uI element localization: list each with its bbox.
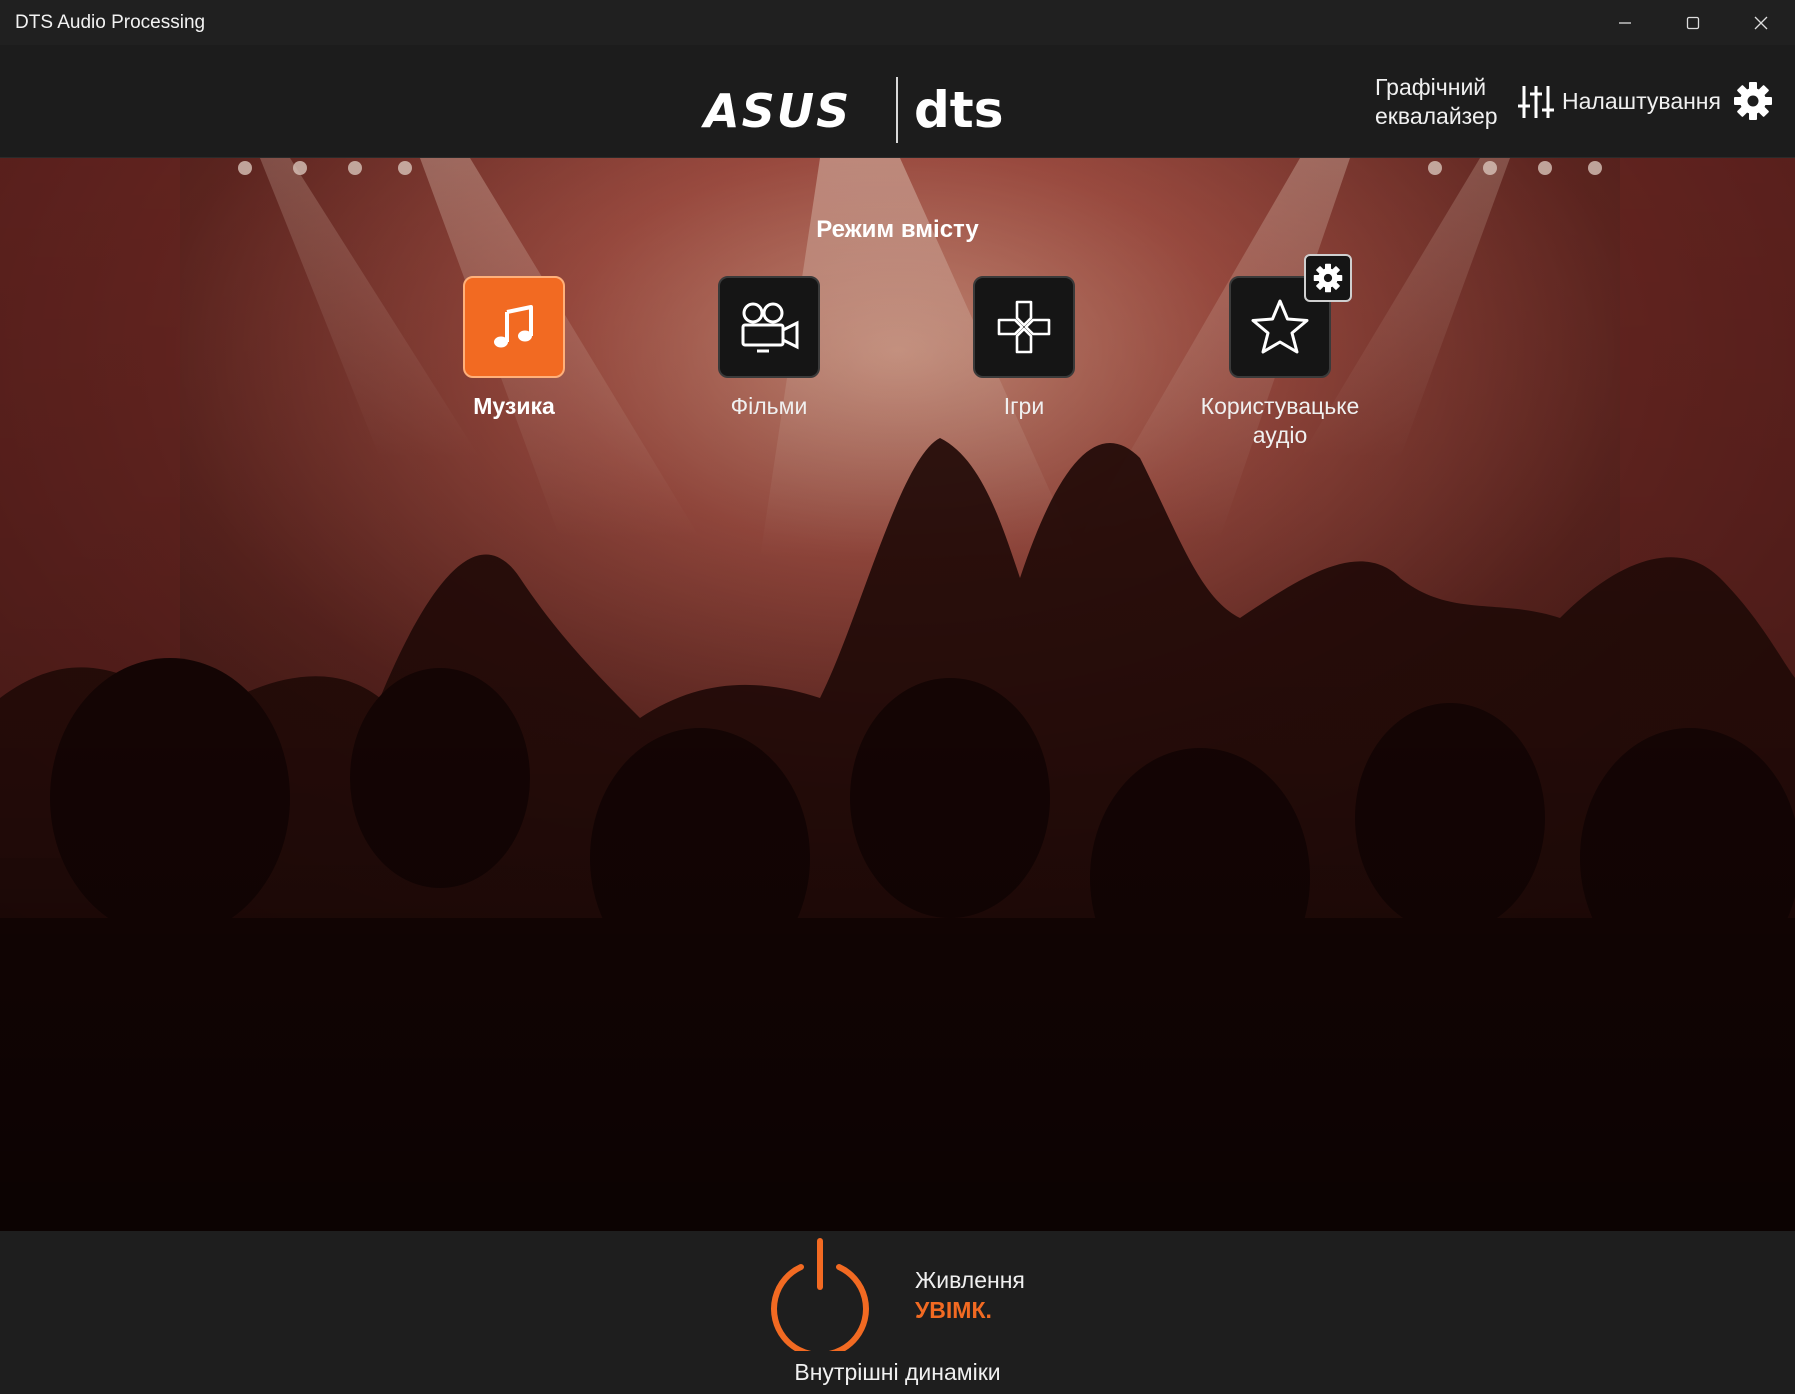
window-title: DTS Audio Processing	[15, 11, 206, 33]
custom-audio-settings-button[interactable]	[1304, 254, 1352, 302]
minimize-button[interactable]	[1591, 0, 1659, 45]
mode-games-label: Ігри	[1003, 393, 1045, 419]
mode-games-tile[interactable]	[973, 276, 1075, 378]
close-button[interactable]	[1727, 0, 1795, 45]
content-area: Режим вмісту Музика Фільми Ігри Користув…	[0, 158, 1795, 1231]
star-icon	[1251, 299, 1309, 354]
mode-games[interactable]: Ігри	[924, 276, 1124, 421]
settings-label: Налаштування	[1562, 87, 1721, 114]
gear-icon	[1733, 82, 1772, 120]
mode-music-label: Музика	[473, 393, 555, 419]
asus-logo-text: ASUS	[701, 84, 851, 138]
content-mode-title: Режим вмісту	[816, 216, 979, 243]
close-icon	[1754, 16, 1768, 29]
gear-icon	[1313, 263, 1343, 293]
app-header: ASUS dts Графічний еквалайзер Налаштуван…	[0, 45, 1795, 158]
output-device-label: Внутрішні динаміки	[794, 1359, 1001, 1385]
mode-music-tile[interactable]	[463, 276, 565, 378]
mode-custom-audio[interactable]: Користувацьке аудіо	[1180, 276, 1380, 450]
footer-bar: Живлення УВІМК. Внутрішні динаміки	[0, 1231, 1795, 1394]
mode-movies-label: Фільми	[730, 393, 808, 419]
asus-dts-logo: ASUS dts	[700, 67, 1030, 147]
minimize-icon	[1619, 21, 1631, 24]
power-icon	[771, 1238, 869, 1358]
mode-movies-tile[interactable]	[718, 276, 820, 378]
graphic-eq-label: Графічний еквалайзер	[1375, 74, 1498, 129]
title-bar: DTS Audio Processing	[0, 0, 1795, 45]
graphic-eq-button[interactable]: Графічний еквалайзер	[1375, 73, 1555, 131]
power-state: УВІМК.	[915, 1297, 992, 1323]
gamepad-icon	[997, 300, 1051, 354]
dts-logo-text: dts	[914, 81, 1003, 139]
maximize-icon	[1686, 16, 1700, 29]
music-note-icon	[494, 305, 533, 348]
mode-movies[interactable]: Фільми	[669, 276, 869, 421]
movie-camera-icon	[741, 302, 799, 353]
mode-custom-audio-label: Користувацьке аудіо	[1200, 393, 1360, 448]
mode-music[interactable]: Музика	[414, 276, 614, 421]
power-toggle-button[interactable]	[763, 1237, 877, 1358]
power-label: Живлення	[915, 1267, 1025, 1293]
maximize-button[interactable]	[1659, 0, 1727, 45]
sliders-icon	[1518, 86, 1554, 118]
settings-button[interactable]: Налаштування	[1562, 81, 1773, 121]
concert-background-image	[0, 158, 1795, 1231]
